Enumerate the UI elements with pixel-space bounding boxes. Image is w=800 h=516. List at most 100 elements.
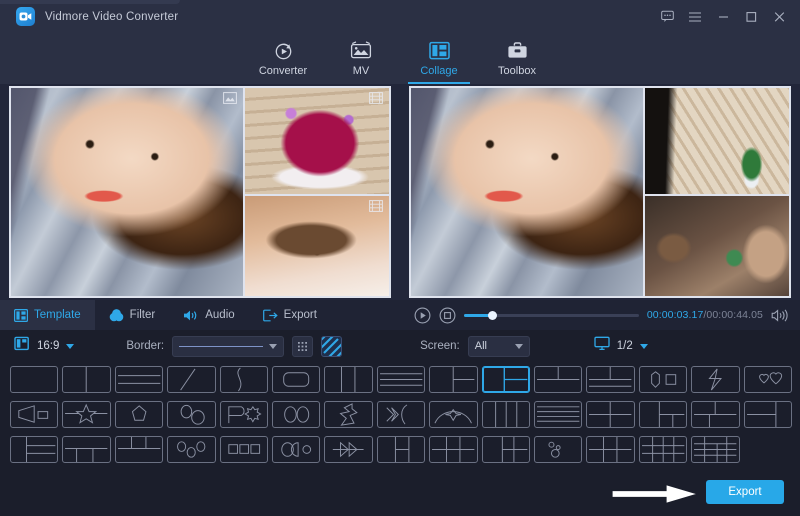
page-selector[interactable]: 1/2 xyxy=(594,336,648,356)
volume-icon[interactable] xyxy=(771,308,788,323)
preview-cell-selfie[interactable] xyxy=(11,88,245,296)
tab-export-editor[interactable]: Export xyxy=(249,300,331,330)
tab-filter[interactable]: Filter xyxy=(95,300,170,330)
template-grid-2x3[interactable] xyxy=(429,436,477,463)
preview-cell-cake[interactable] xyxy=(245,88,389,196)
template-circle-row[interactable] xyxy=(272,436,320,463)
preview-output[interactable] xyxy=(400,84,800,300)
template-hex-square[interactable] xyxy=(639,366,687,393)
border-swatch-dots[interactable] xyxy=(292,336,313,357)
screen-select[interactable]: All xyxy=(468,336,530,357)
cake-image xyxy=(245,88,389,194)
screen-label: Screen: xyxy=(420,340,460,352)
time-display: 00:00:03.17/00:00:44.05 xyxy=(647,309,763,321)
template-grid-mixed[interactable] xyxy=(691,436,739,463)
border-swatch-stripes[interactable] xyxy=(321,336,342,357)
template-two-top-two-bottom-b[interactable] xyxy=(691,401,739,428)
template-five-rows[interactable] xyxy=(534,401,582,428)
template-lightning[interactable] xyxy=(691,366,739,393)
template-curve-split[interactable] xyxy=(220,366,268,393)
template-two-top-one-bottom[interactable] xyxy=(586,366,634,393)
seek-handle[interactable] xyxy=(488,311,497,320)
tab-mv[interactable]: MV xyxy=(322,33,400,84)
tab-collage[interactable]: Collage xyxy=(400,33,478,84)
title-bar: Vidmore Video Converter xyxy=(0,0,800,33)
feedback-icon[interactable] xyxy=(654,4,680,30)
template-quad[interactable] xyxy=(586,401,634,428)
menu-icon[interactable] xyxy=(682,4,708,30)
template-left-two-right-b[interactable] xyxy=(377,436,425,463)
preview-cell-selfie[interactable] xyxy=(411,88,645,296)
play-circle-icon[interactable] xyxy=(414,307,431,324)
preview-cell-dim-room[interactable] xyxy=(645,196,789,296)
export-button[interactable]: Export xyxy=(706,480,784,504)
tab-template[interactable]: Template xyxy=(0,300,95,330)
maximize-icon[interactable] xyxy=(738,4,764,30)
selfie-image xyxy=(411,88,643,296)
seek-slider[interactable] xyxy=(464,308,639,322)
template-three-squares[interactable] xyxy=(220,436,268,463)
preview-original[interactable] xyxy=(0,84,400,300)
border-label: Border: xyxy=(126,340,164,352)
template-megaphone[interactable] xyxy=(10,401,58,428)
template-left-right-split[interactable] xyxy=(639,401,687,428)
chevron-down-icon[interactable] xyxy=(66,344,74,349)
template-two-ovals[interactable] xyxy=(167,401,215,428)
template-left-bar-rows[interactable] xyxy=(10,436,58,463)
template-puzzle[interactable] xyxy=(324,401,372,428)
template-four-columns[interactable] xyxy=(482,401,530,428)
window-controls xyxy=(654,0,792,33)
aspect-ratio-value: 16:9 xyxy=(37,340,59,352)
template-left-two-right[interactable] xyxy=(429,366,477,393)
template-two-vertical[interactable] xyxy=(62,366,110,393)
template-rounded-frame[interactable] xyxy=(272,366,320,393)
chevron-down-icon[interactable] xyxy=(640,344,648,349)
template-three-top-one-bottom[interactable] xyxy=(115,436,163,463)
tab-toolbox[interactable]: Toolbox xyxy=(478,33,556,84)
chevron-down-icon[interactable] xyxy=(269,344,277,349)
export-arrow-icon xyxy=(263,309,278,322)
collage-icon xyxy=(429,40,450,62)
template-two-hearts[interactable] xyxy=(744,366,792,393)
template-left-big-quad[interactable] xyxy=(482,436,530,463)
preview-cell-face[interactable] xyxy=(245,196,389,296)
close-icon[interactable] xyxy=(766,4,792,30)
aspect-ratio-icon xyxy=(14,336,30,357)
face-closeup-image xyxy=(245,196,389,296)
aspect-ratio-selector[interactable]: 16:9 xyxy=(14,336,74,357)
stop-square-icon[interactable] xyxy=(439,307,456,324)
template-grid-2x3-b[interactable] xyxy=(586,436,634,463)
template-grid-3x4[interactable] xyxy=(639,436,687,463)
current-time: 00:00:03.17 xyxy=(647,309,704,321)
template-pentagon[interactable] xyxy=(115,401,163,428)
template-arch-flower[interactable] xyxy=(429,401,477,428)
footer-bar: Export xyxy=(0,472,800,516)
preview-cell-room[interactable] xyxy=(645,88,789,196)
template-flag-gear[interactable] xyxy=(220,401,268,428)
minimize-icon[interactable] xyxy=(710,4,736,30)
chevron-down-icon[interactable] xyxy=(515,344,523,349)
template-star-band[interactable] xyxy=(62,401,110,428)
template-three-circles[interactable] xyxy=(167,436,215,463)
border-style-select[interactable] xyxy=(172,336,284,357)
template-double-oval[interactable] xyxy=(272,401,320,428)
tab-audio[interactable]: Audio xyxy=(169,300,248,330)
template-rows-right-column[interactable] xyxy=(744,401,792,428)
tab-converter[interactable]: Converter xyxy=(244,33,322,84)
tab-filter-label: Filter xyxy=(130,309,156,321)
template-three-columns[interactable] xyxy=(324,366,372,393)
template-bowtie-split[interactable] xyxy=(377,401,425,428)
template-single[interactable] xyxy=(10,366,58,393)
mv-image-icon xyxy=(350,40,372,62)
tab-collage-label: Collage xyxy=(420,65,457,77)
template-four-rows[interactable] xyxy=(377,366,425,393)
template-bubbles[interactable] xyxy=(534,436,582,463)
template-three-horizontal[interactable] xyxy=(115,366,163,393)
app-title: Vidmore Video Converter xyxy=(45,11,178,23)
template-arrows[interactable] xyxy=(324,436,372,463)
template-left-big-two-right[interactable] xyxy=(482,366,530,393)
template-top-three-bottom[interactable] xyxy=(62,436,110,463)
template-diagonal-split[interactable] xyxy=(167,366,215,393)
tab-converter-label: Converter xyxy=(259,65,307,77)
template-two-top-two-bottom[interactable] xyxy=(534,366,582,393)
